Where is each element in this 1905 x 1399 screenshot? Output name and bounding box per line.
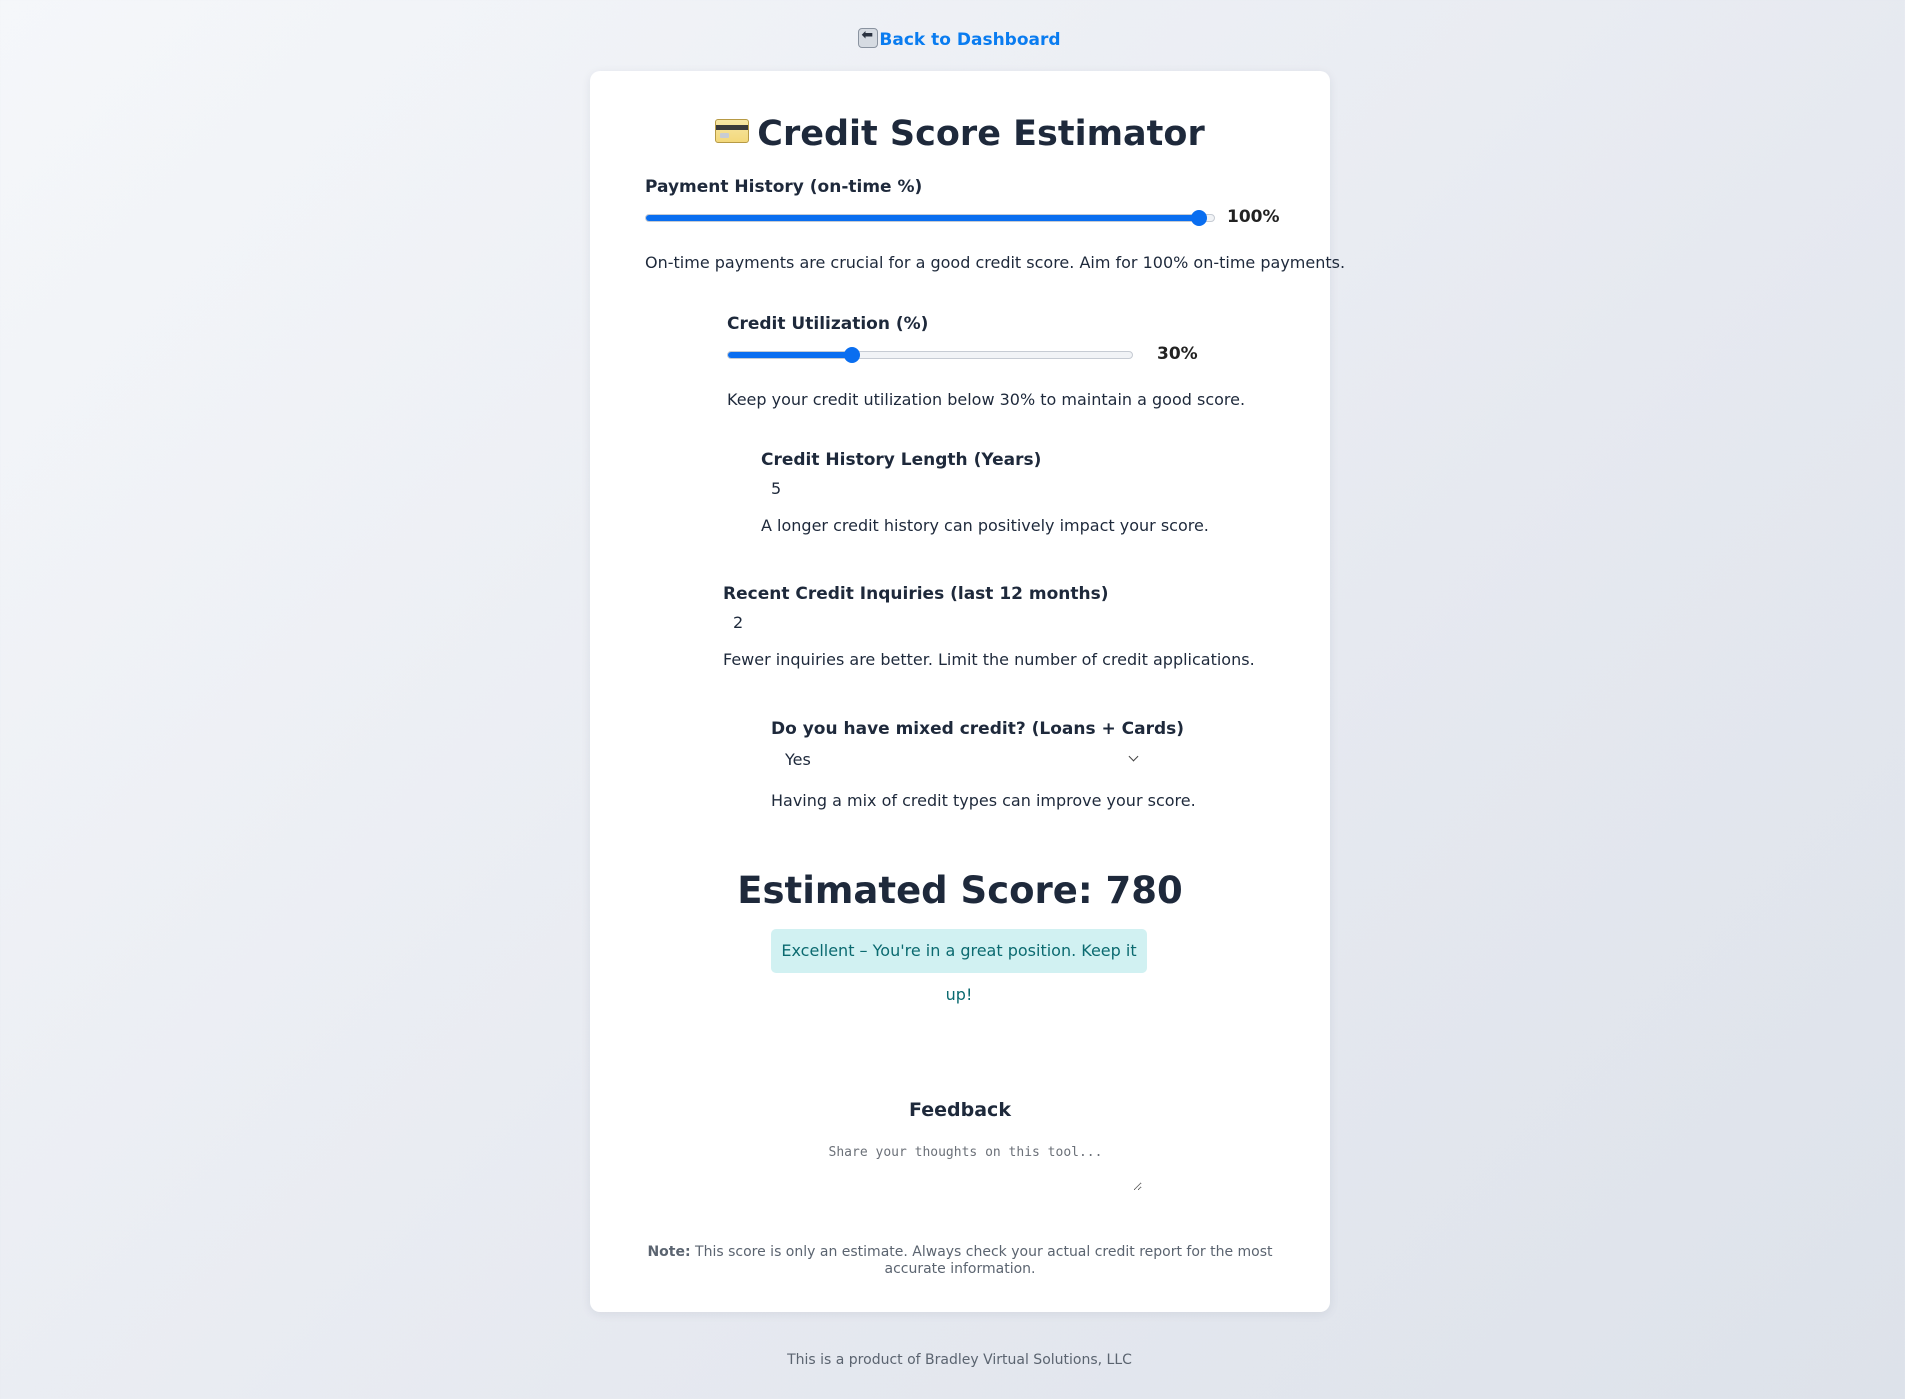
feedback-title: Feedback (909, 1099, 1011, 1121)
payment-history-section: Payment History (on-time %) 100% On-time… (645, 177, 1346, 272)
payment-history-thumb[interactable] (1191, 210, 1207, 226)
credit-card-icon (715, 119, 750, 143)
history-length-input[interactable] (761, 476, 981, 500)
utilization-hint: Keep your credit utilization below 30% t… (727, 390, 1246, 409)
back-link-label: Back to Dashboard (879, 30, 1061, 50)
page-title-text: Credit Score Estimator (757, 114, 1205, 154)
feedback-textarea[interactable] (789, 1145, 1142, 1191)
utilization-track[interactable] (727, 351, 1133, 359)
mixed-credit-label: Do you have mixed credit? (Loans + Cards… (771, 719, 1185, 739)
payment-history-label: Payment History (on-time %) (645, 177, 923, 197)
payment-history-fill (646, 215, 1200, 221)
note-label: Note: (647, 1244, 691, 1260)
mixed-credit-section: Do you have mixed credit? (Loans + Cards… (771, 719, 1196, 810)
utilization-slider[interactable]: 30% (727, 344, 1207, 368)
back-to-dashboard-link[interactable]: Back to Dashboard (0, 27, 1905, 50)
inquiries-hint: Fewer inquiries are better. Limit the nu… (723, 650, 1255, 669)
inquiries-label: Recent Credit Inquiries (last 12 months) (723, 584, 1109, 604)
history-length-hint: A longer credit history can positively i… (761, 516, 1209, 535)
history-length-label: Credit History Length (Years) (761, 450, 1042, 470)
chevron-down-icon (1128, 751, 1139, 762)
mixed-credit-selected: Yes (785, 750, 811, 769)
inquiries-input[interactable] (723, 610, 943, 634)
estimator-card: Credit Score Estimator Payment History (… (590, 71, 1346, 1312)
page-title: Credit Score Estimator (590, 114, 1330, 154)
disclaimer-note: Note: This score is only an estimate. Al… (640, 1244, 1280, 1278)
payment-history-slider[interactable]: 100% (645, 207, 1285, 231)
history-length-section: Credit History Length (Years) A longer c… (761, 450, 1209, 535)
utilization-label: Credit Utilization (%) (727, 314, 929, 334)
inquiries-section: Recent Credit Inquiries (last 12 months)… (723, 584, 1255, 669)
utilization-fill (728, 352, 853, 358)
utilization-value: 30% (1157, 344, 1198, 364)
footer-text: This is a product of Bradley Virtual Sol… (787, 1352, 1132, 1368)
back-arrow-icon (858, 27, 879, 48)
payment-history-track[interactable] (645, 214, 1215, 222)
mixed-credit-hint: Having a mix of credit types can improve… (771, 791, 1196, 810)
score-rating-badge: Excellent – You're in a great position. … (771, 929, 1147, 1004)
utilization-section: Credit Utilization (%) 30% Keep your cre… (727, 314, 1246, 409)
note-text: This score is only an estimate. Always c… (695, 1244, 1273, 1277)
mixed-credit-select[interactable]: Yes (771, 747, 1151, 773)
utilization-thumb[interactable] (844, 347, 860, 363)
estimated-score: Estimated Score: 780 (737, 869, 1183, 912)
payment-history-value: 100% (1227, 207, 1280, 227)
payment-history-hint: On-time payments are crucial for a good … (645, 253, 1346, 272)
